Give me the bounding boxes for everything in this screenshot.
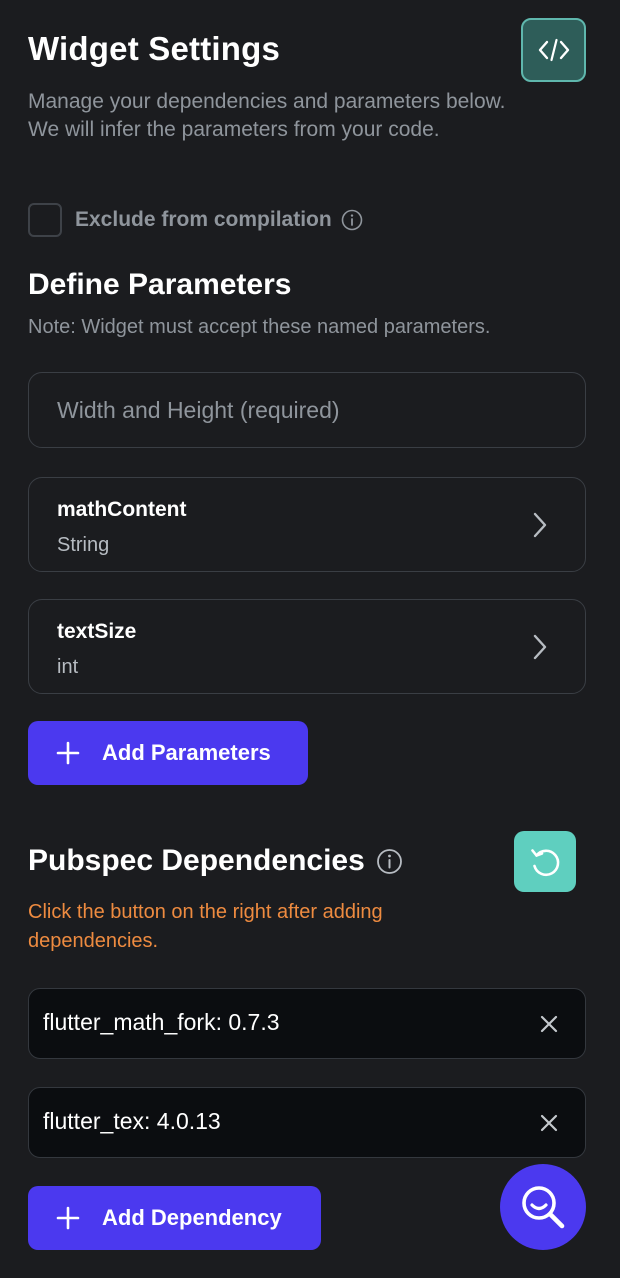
chevron-right-icon (533, 634, 547, 660)
settings-description: Manage your dependencies and parameters … (28, 88, 528, 144)
plus-icon (56, 741, 80, 765)
width-height-label: Width and Height (required) (57, 396, 340, 423)
description-line-2: We will infer the parameters from your c… (28, 118, 440, 141)
add-dependency-label: Add Dependency (102, 1205, 282, 1230)
parameter-name: textSize (57, 620, 137, 643)
info-icon[interactable] (376, 848, 403, 875)
width-height-field: Width and Height (required) (28, 372, 586, 448)
add-parameters-button[interactable]: Add Parameters (28, 721, 308, 785)
refresh-dependencies-button[interactable] (514, 831, 576, 892)
parameter-card-mathcontent[interactable]: mathContent String (28, 477, 586, 572)
parameter-type: String (57, 534, 110, 556)
chevron-right-icon (533, 512, 547, 538)
parameter-type: int (57, 656, 79, 678)
view-code-button[interactable] (521, 18, 586, 82)
info-icon[interactable] (341, 209, 363, 231)
parameter-name: mathContent (57, 498, 187, 521)
add-parameters-label: Add Parameters (102, 740, 271, 765)
dependency-value: flutter_tex: 4.0.13 (43, 1108, 221, 1134)
add-dependency-button[interactable]: Add Dependency (28, 1186, 321, 1250)
parameters-section-title: Define Parameters (28, 268, 292, 301)
dependencies-header: Pubspec Dependencies (28, 844, 403, 878)
dependency-field[interactable]: flutter_tex: 4.0.13 (28, 1087, 586, 1158)
search-smile-icon (522, 1186, 565, 1229)
close-icon[interactable] (539, 1113, 559, 1133)
parameter-card-textsize[interactable]: textSize int (28, 599, 586, 694)
exclude-checkbox[interactable] (28, 203, 62, 237)
exclude-compilation-row: Exclude from compilation (28, 203, 363, 237)
refresh-icon (531, 848, 560, 876)
plus-icon (56, 1206, 80, 1230)
description-line-1: Manage your dependencies and parameters … (28, 90, 506, 113)
dependency-field[interactable]: flutter_math_fork: 0.7.3 (28, 988, 586, 1059)
close-icon[interactable] (539, 1014, 559, 1034)
search-fab-button[interactable] (500, 1164, 586, 1250)
dependency-value: flutter_math_fork: 0.7.3 (43, 1009, 280, 1035)
page-title: Widget Settings (28, 30, 281, 67)
parameters-note: Note: Widget must accept these named par… (28, 316, 491, 338)
code-brackets-icon (538, 38, 569, 62)
dependencies-warning: Click the button on the right after addi… (28, 901, 383, 952)
dependencies-section-title: Pubspec Dependencies (28, 844, 365, 877)
exclude-label: Exclude from compilation (75, 208, 332, 231)
